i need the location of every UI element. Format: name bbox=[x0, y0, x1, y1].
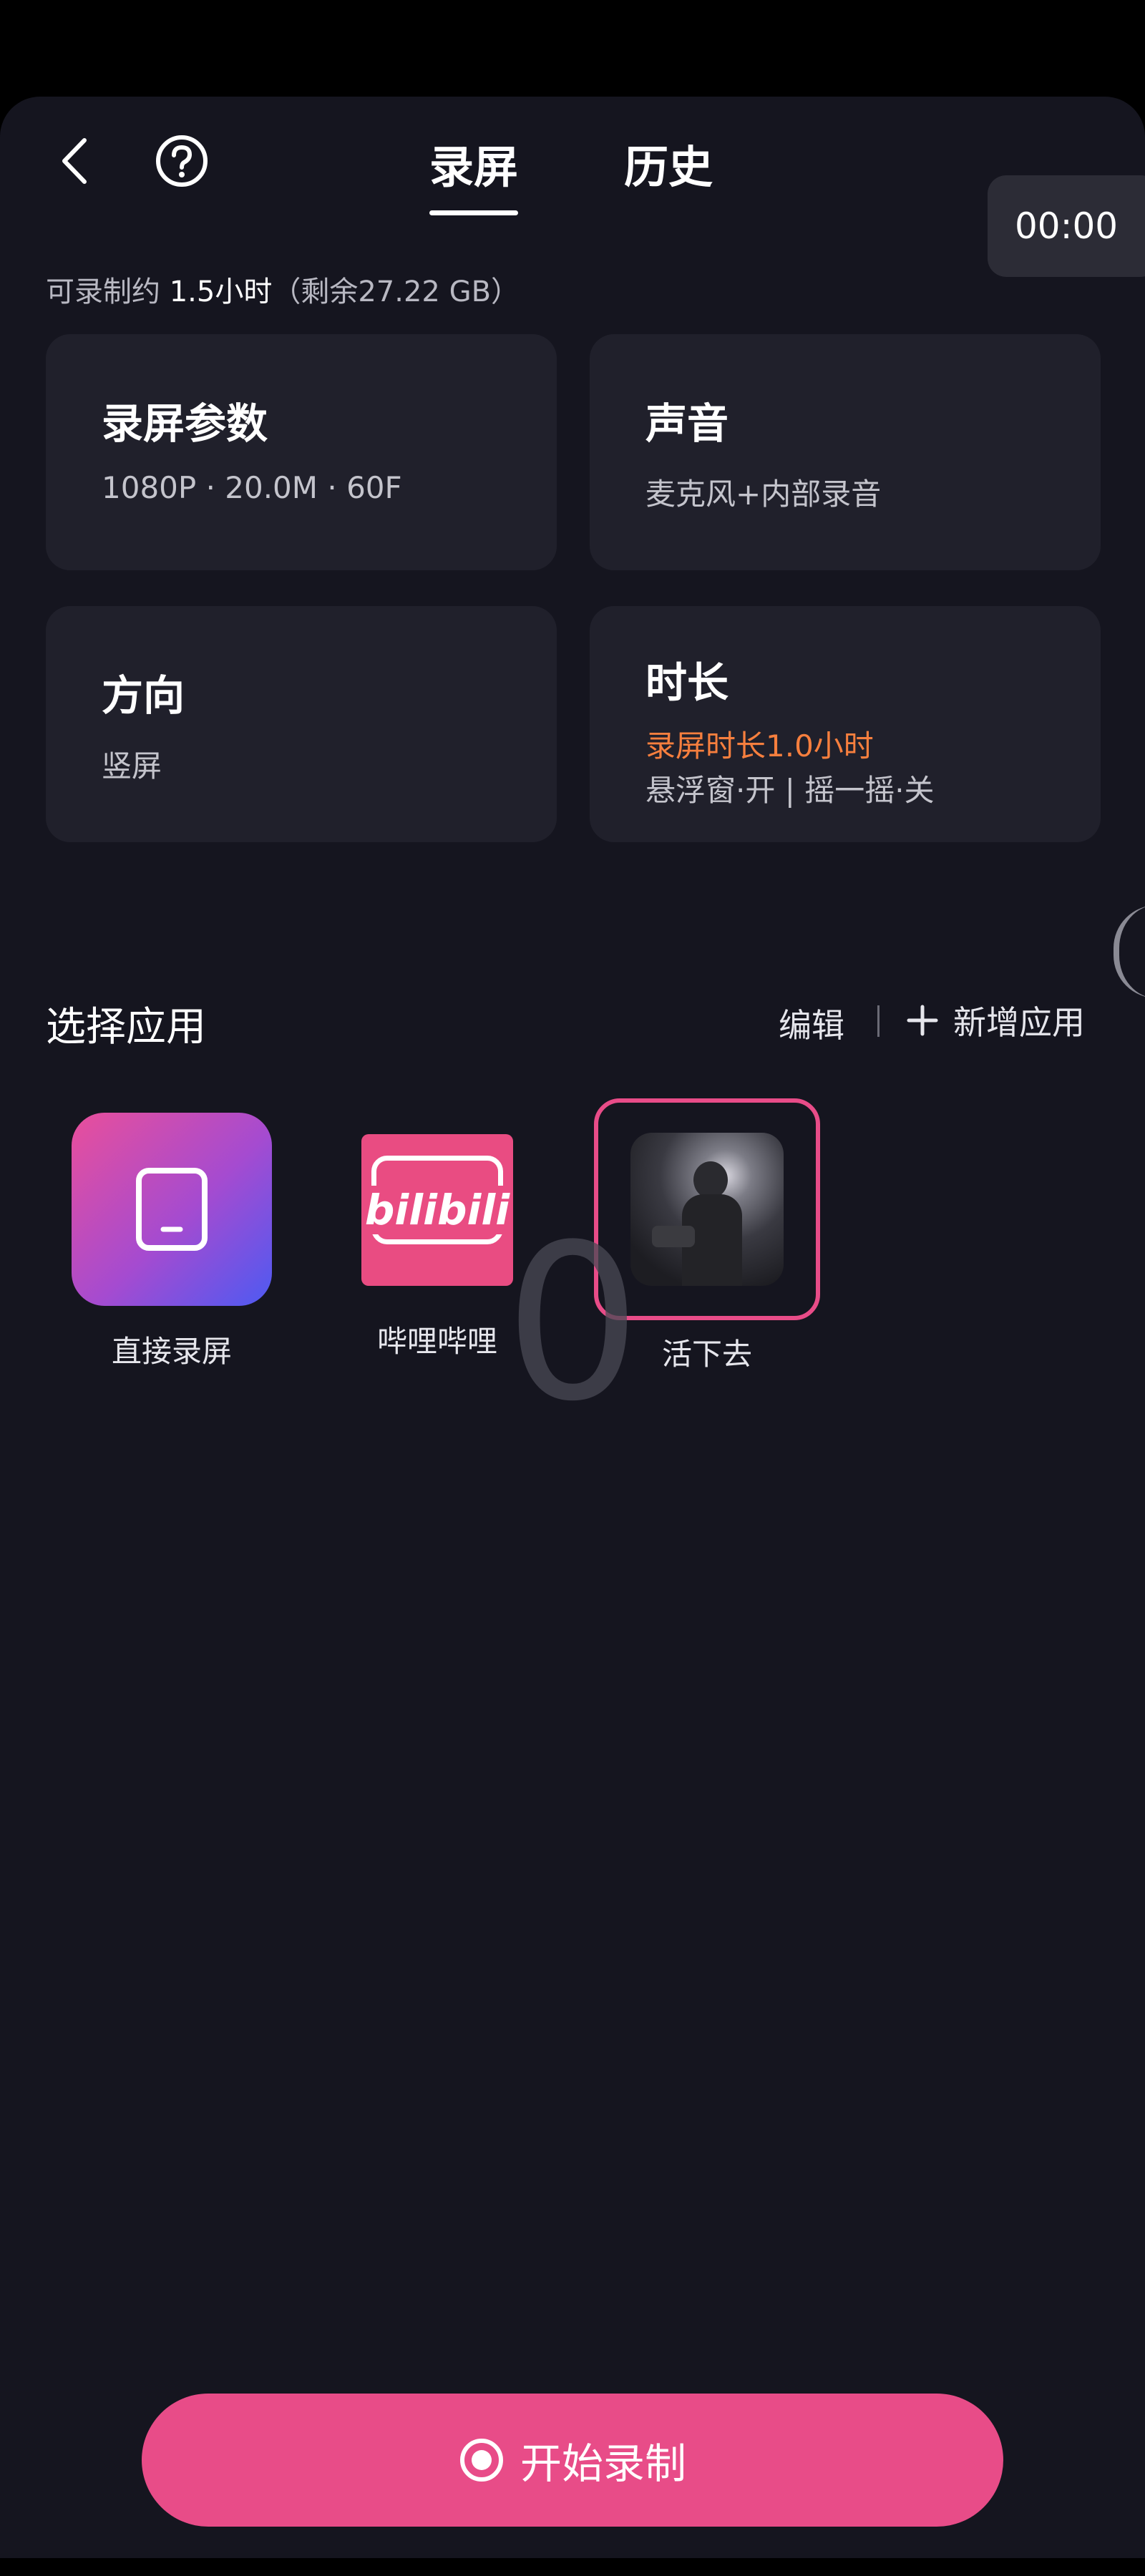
add-app-button[interactable]: 新增应用 bbox=[906, 997, 1085, 1044]
side-drawer-handle[interactable] bbox=[1114, 905, 1145, 998]
plus-icon bbox=[907, 1005, 938, 1036]
card-orientation[interactable]: 方向 竖屏 bbox=[46, 606, 557, 842]
help-icon bbox=[156, 135, 208, 187]
bilibili-logo-icon: bilibili bbox=[361, 1134, 513, 1286]
card-title: 时长 bbox=[645, 658, 729, 707]
back-button[interactable] bbox=[52, 129, 97, 193]
floating-timer[interactable]: 00:00 bbox=[988, 175, 1145, 277]
tab-record-label: 录屏 bbox=[429, 141, 519, 193]
direct-record-icon bbox=[72, 1113, 272, 1306]
record-icon bbox=[459, 2439, 503, 2482]
card-highlight: 录屏时长1.0小时 bbox=[645, 728, 874, 763]
card-record-params[interactable]: 录屏参数 1080P · 20.0M · 60F bbox=[46, 334, 557, 570]
app-label: 直接录屏 bbox=[111, 1334, 232, 1369]
storage-info: 可录制约 1.5小时（剩余27.22 GB） bbox=[46, 268, 520, 310]
app-direct-record[interactable]: 直接录屏 bbox=[72, 1113, 272, 1371]
card-value: 竖屏 bbox=[102, 748, 162, 784]
card-value: 悬浮窗·开 | 摇一摇·关 bbox=[645, 773, 935, 808]
chevron-left-icon bbox=[62, 138, 87, 184]
app-bilibili[interactable]: bilibili 哔哩哔哩 bbox=[361, 1134, 519, 1361]
card-title: 方向 bbox=[102, 671, 185, 720]
tablet-icon bbox=[136, 1168, 208, 1251]
game-cover-icon bbox=[630, 1133, 784, 1286]
card-title: 声音 bbox=[645, 399, 729, 448]
card-title: 录屏参数 bbox=[102, 399, 268, 448]
timer-value: 00:00 bbox=[1015, 205, 1119, 247]
help-button[interactable] bbox=[153, 132, 210, 190]
card-value: 1080P · 20.0M · 60F bbox=[102, 470, 402, 505]
storage-duration: 1.5小时 bbox=[169, 275, 273, 308]
section-title: 选择应用 bbox=[46, 1004, 206, 1050]
add-app-label: 新增应用 bbox=[953, 1003, 1085, 1042]
app-label: 哔哩哔哩 bbox=[376, 1324, 497, 1359]
tab-record[interactable]: 录屏 bbox=[429, 131, 519, 215]
start-recording-label: 开始录制 bbox=[520, 2439, 686, 2488]
tab-history-label: 历史 bbox=[624, 141, 713, 193]
card-sound[interactable]: 声音 麦克风+内部录音 bbox=[590, 334, 1101, 570]
tab-history[interactable]: 历史 bbox=[624, 131, 713, 195]
storage-prefix: 可录制约 bbox=[46, 275, 170, 308]
edit-button[interactable]: 编辑 bbox=[779, 1000, 844, 1047]
tab-active-indicator bbox=[429, 210, 519, 215]
divider bbox=[877, 1005, 880, 1037]
screen-recorder-app: 录屏 历史 00:00 可录制约 1.5小时（剩余27.22 GB） 录屏参数 … bbox=[0, 97, 1145, 2558]
overlay-digit: 0 bbox=[505, 1199, 641, 1448]
storage-remaining: （剩余27.22 GB） bbox=[272, 275, 520, 308]
start-recording-button[interactable]: 开始录制 bbox=[142, 2394, 1003, 2527]
card-value: 麦克风+内部录音 bbox=[645, 477, 882, 512]
bilibili-logo-text: bilibili bbox=[361, 1186, 513, 1234]
card-duration[interactable]: 时长 录屏时长1.0小时 悬浮窗·开 | 摇一摇·关 bbox=[590, 606, 1101, 842]
